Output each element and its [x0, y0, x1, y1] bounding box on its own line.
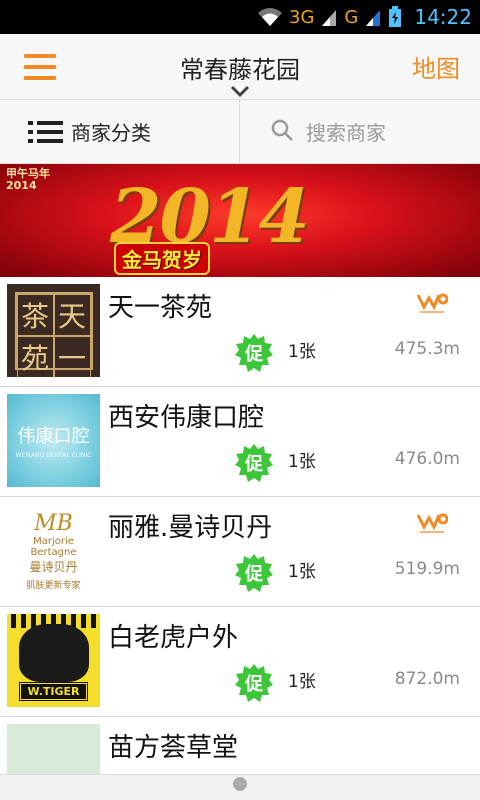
merchant-name: 天一茶苑 — [108, 293, 213, 323]
list-item[interactable]: MB Marjorie Bertagne 曼诗贝丹 肌肤更新专家 丽雅.曼诗贝丹… — [0, 497, 480, 607]
promo-badge-icon: 促 — [235, 664, 273, 702]
promo-badge-icon: 促 — [235, 444, 273, 482]
search-input[interactable]: 搜索商家 — [240, 100, 480, 163]
battery-icon — [388, 6, 402, 28]
coupon-count: 1张 — [288, 562, 316, 582]
promo-badge-icon: 促 — [235, 334, 273, 372]
unicom-wo-icon — [416, 509, 449, 537]
merchant-name: 苗方荟草堂 — [108, 733, 239, 763]
svg-text:促: 促 — [244, 343, 264, 365]
coupon-count: 1张 — [288, 452, 316, 472]
list-item[interactable]: 伟康口腔 WEIKANG DENTAL CLINIC 西安伟康口腔 促 1张 4… — [0, 387, 480, 497]
banner-year-tag: 甲午马年 2014 — [6, 167, 50, 192]
tiger-logo-icon — [19, 624, 89, 682]
bottom-bar — [0, 774, 480, 800]
signal-icon — [320, 7, 338, 27]
coupon-count: 1张 — [288, 672, 316, 692]
distance: 475.3m — [394, 339, 460, 359]
network-type-label: 3G — [289, 6, 315, 28]
signal-icon-2 — [364, 7, 382, 27]
list-icon — [28, 120, 63, 143]
map-button[interactable]: 地图 — [412, 49, 460, 84]
list-item[interactable]: W.TIGER 白老虎户外 促 1张 872.0m — [0, 607, 480, 717]
list-item[interactable]: 茶 天 苑 一 天一茶苑 促 1张 475.3m — [0, 277, 480, 387]
merchant-thumbnail: W.TIGER — [7, 614, 100, 707]
status-time: 14:22 — [414, 5, 472, 29]
menu-icon[interactable] — [24, 53, 56, 80]
status-bar: 3G G 14:22 — [0, 0, 480, 34]
distance: 476.0m — [394, 449, 460, 469]
chevron-down-icon[interactable] — [230, 82, 250, 101]
search-placeholder: 搜索商家 — [306, 121, 386, 145]
merchant-thumbnail: MB Marjorie Bertagne 曼诗贝丹 肌肤更新专家 — [7, 504, 100, 597]
promo-badge-icon: 促 — [235, 554, 273, 592]
search-icon — [270, 118, 294, 146]
category-filter-button[interactable]: 商家分类 — [0, 100, 240, 163]
svg-text:促: 促 — [244, 453, 264, 475]
filter-bar: 商家分类 搜索商家 — [0, 100, 480, 164]
unicom-wo-icon — [416, 289, 449, 317]
category-filter-label: 商家分类 — [71, 121, 151, 145]
page-indicator — [233, 776, 247, 791]
page-title: 常春藤花园 — [180, 56, 300, 84]
banner-slogan: 金马贺岁 — [114, 242, 210, 275]
svg-text:促: 促 — [244, 563, 264, 585]
svg-text:促: 促 — [244, 673, 264, 695]
network-type-label-2: G — [344, 6, 359, 28]
merchant-name: 西安伟康口腔 — [108, 403, 265, 433]
merchant-list: 茶 天 苑 一 天一茶苑 促 1张 475.3m 伟康口腔 WEIKANG DE… — [0, 277, 480, 800]
promo-banner[interactable]: 甲午马年 2014 2014 金马贺岁 — [0, 164, 480, 277]
distance: 519.9m — [394, 559, 460, 579]
merchant-name: 白老虎户外 — [108, 623, 239, 653]
distance: 872.0m — [394, 669, 460, 689]
merchant-thumbnail: 茶 天 苑 一 — [7, 284, 100, 377]
merchant-thumbnail: 伟康口腔 WEIKANG DENTAL CLINIC — [7, 394, 100, 487]
title-wrap: 常春藤花园 — [0, 50, 480, 85]
coupon-count: 1张 — [288, 342, 316, 362]
merchant-name: 丽雅.曼诗贝丹 — [108, 513, 273, 543]
wifi-icon — [257, 7, 283, 27]
app-header: 常春藤花园 地图 — [0, 34, 480, 100]
